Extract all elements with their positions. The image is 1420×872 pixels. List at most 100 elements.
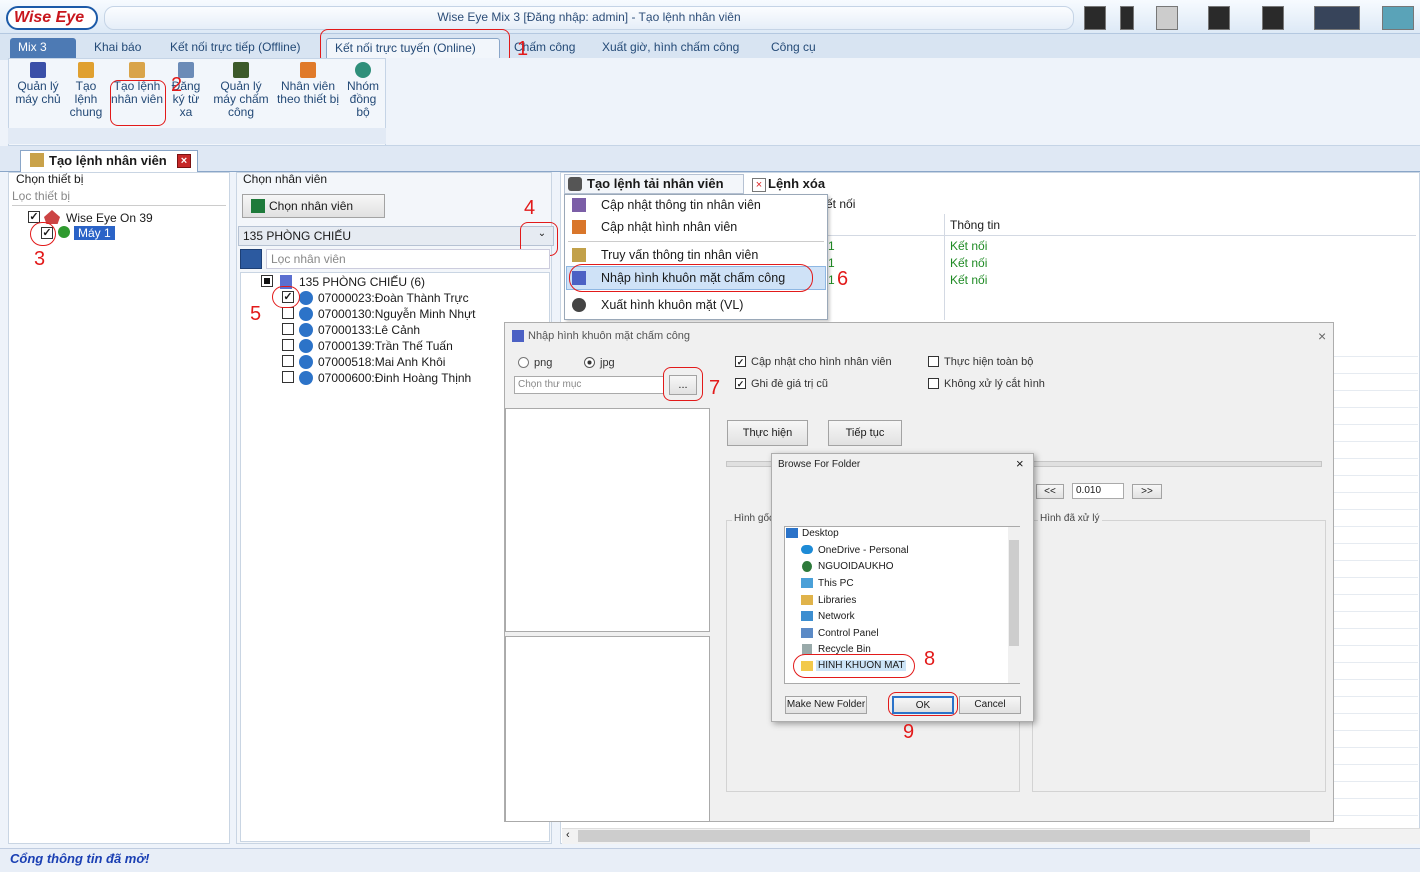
device-icon (1208, 6, 1230, 30)
desktop-icon (786, 528, 798, 538)
employee-item[interactable]: 07000023:Đoàn Thành Trực (318, 291, 469, 305)
highlight-ring (793, 654, 915, 678)
ribbon-command[interactable]: Tạo lệnh chung (66, 62, 106, 119)
device-icon (1084, 6, 1106, 30)
folder-item[interactable]: NGUOIDAUKHO (818, 561, 894, 572)
no-crop-checkbox[interactable] (928, 378, 939, 389)
menu-item-update-photo[interactable]: Cập nhật hình nhân viên (601, 220, 737, 234)
folder-item[interactable]: Libraries (818, 595, 856, 606)
employee-item[interactable]: 07000130:Nguyễn Minh Nhựt (318, 307, 475, 321)
processed-image-box (1032, 520, 1326, 792)
tab-download-employee[interactable]: Tạo lệnh tải nhân viên (564, 174, 744, 194)
employee-checkbox[interactable] (282, 323, 294, 335)
person-icon (299, 291, 313, 305)
scrollbar-thumb[interactable] (1009, 540, 1019, 646)
employee-item[interactable]: 07000133:Lê Cảnh (318, 323, 420, 337)
user-device-icon (300, 62, 316, 78)
overwrite-label: Ghi đè giá trị cũ (751, 378, 829, 390)
ribbon-user-device[interactable]: Nhân viên theo thiết bị (276, 62, 340, 106)
libraries-icon (801, 595, 813, 605)
grid-lines (1332, 340, 1418, 830)
group-checkbox[interactable] (261, 275, 273, 287)
device-filter[interactable]: Lọc thiết bị (12, 189, 70, 203)
chevron-left-icon[interactable]: ‹ (566, 829, 570, 841)
group-label[interactable]: 135 PHÒNG CHIẾU (6) (299, 275, 425, 289)
person-icon (299, 371, 313, 385)
menu-item-update-info[interactable]: Cập nhật thông tin nhân viên (601, 198, 761, 212)
folder-input[interactable]: Chọn thư mục (514, 376, 664, 394)
jpg-radio[interactable] (584, 357, 595, 368)
png-label: png (534, 357, 553, 369)
employee-item[interactable]: 07000518:Mai Anh Khôi (318, 355, 445, 369)
png-radio[interactable] (518, 357, 529, 368)
employee-item[interactable]: 07000600:Đinh Hoàng Thịnh (318, 371, 471, 385)
menu-item-export-face[interactable]: Xuất hình khuôn mặt (VL) (601, 298, 743, 312)
device-icon (1120, 6, 1134, 30)
ribbon-server[interactable]: Quản lý máy chủ (12, 62, 64, 106)
employee-panel-title: Chọn nhân viên (243, 172, 328, 186)
highlight-ring (888, 692, 958, 716)
row-prefix: 1 (828, 239, 835, 253)
search-icon[interactable] (240, 249, 262, 269)
cancel-button[interactable]: Cancel (959, 696, 1021, 714)
prev-button[interactable]: << (1036, 484, 1064, 499)
make-new-folder-button[interactable]: Make New Folder (785, 696, 867, 714)
excel-icon (251, 199, 265, 213)
select-employee-button[interactable]: Chọn nhân viên (242, 194, 385, 218)
run-all-checkbox[interactable] (928, 356, 939, 367)
tab-khai-bao[interactable]: Khai báo (86, 38, 149, 58)
close-icon[interactable]: × (177, 154, 191, 168)
doc-tab[interactable]: Tạo lệnh nhân viên × (20, 150, 198, 172)
employee-item[interactable]: 07000139:Trần Thế Tuấn (318, 339, 453, 353)
user-command-icon (129, 62, 145, 78)
computer-icon (801, 578, 813, 588)
control-panel-icon (801, 628, 813, 638)
run-button[interactable]: Thực hiện (727, 420, 808, 446)
device-child-label[interactable]: Máy 1 (74, 226, 115, 240)
folder-item[interactable]: OneDrive - Personal (818, 545, 909, 556)
employee-checkbox[interactable] (282, 339, 294, 351)
run-all-label: Thực hiện toàn bộ (944, 356, 1034, 368)
tab-xuat-gio[interactable]: Xuất giờ, hình chấm công (594, 38, 747, 58)
menu-item-query[interactable]: Truy vấn thông tin nhân viên (601, 248, 758, 262)
employee-checkbox[interactable] (282, 371, 294, 383)
folder-item[interactable]: Desktop (802, 528, 839, 539)
device-online-icon (58, 226, 70, 238)
device-root-label[interactable]: Wise Eye On 39 (66, 211, 153, 225)
column-connect: ết nối (826, 197, 856, 211)
column-info: Thông tin (950, 218, 1001, 232)
ribbon-device[interactable]: Quản lý máy chấm công (208, 62, 274, 119)
step-label: 8 (924, 648, 936, 670)
device-root-checkbox[interactable]: ✓ (28, 211, 40, 223)
folder-item[interactable]: This PC (818, 578, 854, 589)
scrollbar-thumb[interactable] (578, 830, 1310, 842)
highlight-ring (110, 80, 166, 126)
highlight-ring (663, 367, 703, 401)
folder-item[interactable]: Control Panel (818, 628, 879, 639)
device-icon (1262, 6, 1284, 30)
doc-tab-label: Tạo lệnh nhân viên (49, 153, 167, 168)
app-logo: Wise Eye (6, 6, 98, 30)
window-title: Wise Eye Mix 3 [Đăng nhập: admin] - Tạo … (437, 10, 741, 24)
tab-mix3[interactable]: Mix 3 (10, 38, 76, 58)
jpg-label: jpg (600, 357, 615, 369)
ribbon-fill (386, 58, 1420, 146)
device-panel-title: Chọn thiết bị (16, 172, 84, 186)
close-icon[interactable]: × (1318, 328, 1326, 344)
step-input[interactable]: 0.010 (1072, 483, 1124, 499)
continue-button[interactable]: Tiếp tục (828, 420, 902, 446)
next-button[interactable]: >> (1132, 484, 1162, 499)
folder-item[interactable]: Network (818, 611, 855, 622)
employee-checkbox[interactable] (282, 307, 294, 319)
step-label: 9 (903, 721, 915, 743)
tab-cong-cu[interactable]: Công cụ (763, 38, 824, 58)
department-combo[interactable]: 135 PHÒNG CHIẾU (238, 226, 554, 246)
close-icon[interactable]: × (1016, 456, 1024, 471)
ribbon-sync[interactable]: Nhóm đồng bộ (344, 62, 382, 119)
tab-offline[interactable]: Kết nối trực tiếp (Offline) (162, 38, 309, 58)
employee-filter[interactable]: Lọc nhân viên (266, 249, 550, 269)
update-photo-checkbox[interactable]: ✓ (735, 356, 746, 367)
overwrite-checkbox[interactable]: ✓ (735, 378, 746, 389)
employee-checkbox[interactable] (282, 355, 294, 367)
device-icon (1156, 6, 1178, 30)
